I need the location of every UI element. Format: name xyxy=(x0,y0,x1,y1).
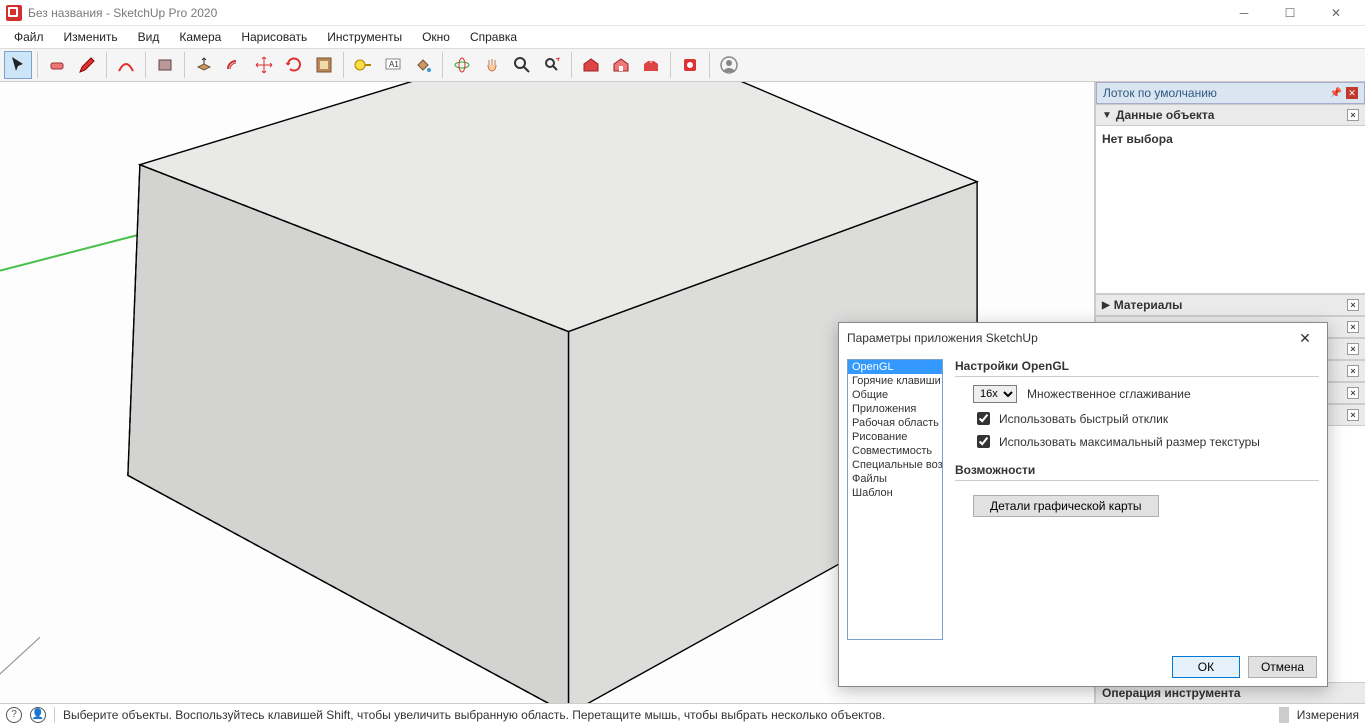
tool-warehouse[interactable] xyxy=(577,51,605,79)
tool-arc[interactable] xyxy=(112,51,140,79)
tool-orbit[interactable] xyxy=(448,51,476,79)
pref-cat-шаблон[interactable]: Шаблон xyxy=(848,486,942,500)
cancel-button[interactable]: Отмена xyxy=(1248,656,1317,678)
multisample-select[interactable]: 16x xyxy=(973,385,1017,403)
dialog-titlebar[interactable]: Параметры приложения SketchUp ✕ xyxy=(839,323,1327,353)
tool-rectangle[interactable] xyxy=(151,51,179,79)
tool-rotate[interactable] xyxy=(280,51,308,79)
max-texture-label: Использовать максимальный размер текстур… xyxy=(999,435,1260,449)
help-icon[interactable]: ? xyxy=(6,707,22,723)
tool-zoom[interactable] xyxy=(508,51,536,79)
pref-cat-рисование[interactable]: Рисование xyxy=(848,430,942,444)
panel-close[interactable]: × xyxy=(1347,387,1359,399)
pref-categories-list[interactable]: OpenGLГорячие клавишиОбщиеПриложенияРабо… xyxy=(847,359,943,640)
pref-cat-общие[interactable]: Общие xyxy=(848,388,942,402)
panel-entity-header[interactable]: ▼ Данные объекта × xyxy=(1096,104,1365,126)
pref-cat-opengl[interactable]: OpenGL xyxy=(848,360,942,374)
tool-text[interactable]: A1 xyxy=(379,51,407,79)
panel-collapsed-0[interactable]: ▶Материалы× xyxy=(1096,294,1365,316)
tool-extensions[interactable] xyxy=(676,51,704,79)
minimize-button[interactable]: ─ xyxy=(1221,0,1267,26)
tool-pan[interactable] xyxy=(478,51,506,79)
maximize-button[interactable]: ☐ xyxy=(1267,0,1313,26)
fast-feedback-checkbox[interactable] xyxy=(977,412,990,425)
fast-feedback-label: Использовать быстрый отклик xyxy=(999,412,1168,426)
tool-eraser[interactable] xyxy=(43,51,71,79)
opengl-section-title: Настройки OpenGL xyxy=(955,359,1319,377)
geo-icon[interactable]: 👤 xyxy=(30,707,46,723)
chevron-down-icon: ▼ xyxy=(1102,110,1112,121)
pref-cat-файлы[interactable]: Файлы xyxy=(848,472,942,486)
panel-close[interactable]: × xyxy=(1347,321,1359,333)
menu-изменить[interactable]: Изменить xyxy=(56,28,126,46)
panel-entity-close[interactable]: × xyxy=(1347,109,1359,121)
dialog-close-button[interactable]: ✕ xyxy=(1291,324,1319,352)
close-button[interactable]: ✕ xyxy=(1313,0,1359,26)
preferences-dialog: Параметры приложения SketchUp ✕ OpenGLГо… xyxy=(838,322,1328,687)
menu-bar: ФайлИзменитьВидКамераНарисоватьИнструмен… xyxy=(0,26,1365,48)
panel-entity-label: Данные объекта xyxy=(1116,108,1215,122)
tool-zoom-extents[interactable] xyxy=(538,51,566,79)
menu-нарисовать[interactable]: Нарисовать xyxy=(233,28,315,46)
app-icon xyxy=(6,5,22,21)
menu-окно[interactable]: Окно xyxy=(414,28,458,46)
menu-инструменты[interactable]: Инструменты xyxy=(319,28,410,46)
tool-account[interactable] xyxy=(715,51,743,79)
pin-icon[interactable]: 📌 xyxy=(1330,88,1342,99)
title-bar: Без названия - SketchUp Pro 2020 ─ ☐ ✕ xyxy=(0,0,1365,26)
pref-cat-приложения[interactable]: Приложения xyxy=(848,402,942,416)
panel-close[interactable]: × xyxy=(1347,365,1359,377)
max-texture-checkbox[interactable] xyxy=(977,435,990,448)
no-selection-label: Нет выбора xyxy=(1102,132,1359,146)
window-title: Без названия - SketchUp Pro 2020 xyxy=(28,6,217,20)
tool-paint[interactable] xyxy=(409,51,437,79)
tool-move[interactable] xyxy=(250,51,278,79)
capabilities-title: Возможности xyxy=(955,463,1319,481)
panel-close[interactable]: × xyxy=(1347,409,1359,421)
panel-entity-body: Нет выбора xyxy=(1096,126,1365,294)
tool-warehouse2[interactable] xyxy=(607,51,635,79)
panel-close[interactable]: × xyxy=(1347,299,1359,311)
gpu-details-button[interactable]: Детали графической карты xyxy=(973,495,1159,517)
pref-cat-горячие-клавиши[interactable]: Горячие клавиши xyxy=(848,374,942,388)
menu-вид[interactable]: Вид xyxy=(130,28,168,46)
pref-cat-совместимость[interactable]: Совместимость xyxy=(848,444,942,458)
menu-файл[interactable]: Файл xyxy=(6,28,52,46)
tool-share[interactable] xyxy=(637,51,665,79)
tray-title[interactable]: Лоток по умолчанию 📌 ✕ xyxy=(1096,82,1365,104)
chevron-right-icon: ▶ xyxy=(1102,300,1110,311)
status-bar: ? 👤 Выберите объекты. Воспользуйтесь кла… xyxy=(0,703,1365,725)
tray-title-label: Лоток по умолчанию xyxy=(1103,86,1217,100)
panel-close[interactable]: × xyxy=(1347,343,1359,355)
svg-text:A1: A1 xyxy=(389,60,399,69)
status-hint: Выберите объекты. Воспользуйтесь клавише… xyxy=(63,708,885,722)
tool-select[interactable] xyxy=(4,51,32,79)
dialog-title-label: Параметры приложения SketchUp xyxy=(847,331,1038,345)
tray-close-button[interactable]: ✕ xyxy=(1346,87,1358,99)
pref-cat-специальные-возможности[interactable]: Специальные возможности xyxy=(848,458,942,472)
tool-pushpull[interactable] xyxy=(190,51,218,79)
tool-tape[interactable] xyxy=(349,51,377,79)
ok-button[interactable]: ОК xyxy=(1172,656,1240,678)
measurements-label: Измерения xyxy=(1297,708,1359,722)
menu-камера[interactable]: Камера xyxy=(171,28,229,46)
main-toolbar: A1 xyxy=(0,48,1365,82)
tool-pencil[interactable] xyxy=(73,51,101,79)
menu-справка[interactable]: Справка xyxy=(462,28,525,46)
tool-scale[interactable] xyxy=(310,51,338,79)
pref-cat-рабочая-область[interactable]: Рабочая область xyxy=(848,416,942,430)
tool-offset[interactable] xyxy=(220,51,248,79)
multisample-label: Множественное сглаживание xyxy=(1027,387,1191,401)
